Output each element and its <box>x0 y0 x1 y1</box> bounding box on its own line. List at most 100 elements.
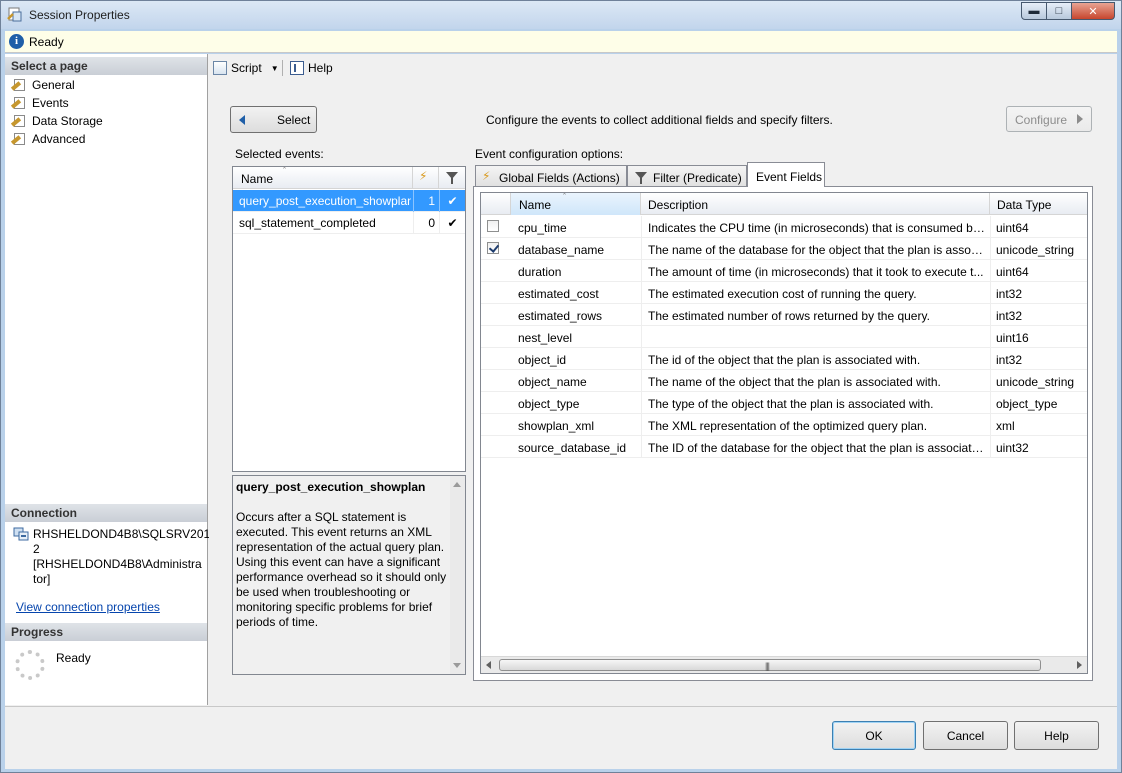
tab-filter[interactable]: Filter (Predicate) <box>627 165 747 186</box>
event-description-body: Occurs after a SQL statement is executed… <box>236 510 447 629</box>
chevron-down-icon[interactable]: ▼ <box>271 64 279 73</box>
page-item-label: Data Storage <box>32 114 103 128</box>
instructions-text: Configure the events to collect addition… <box>486 113 833 127</box>
close-icon: ✕ <box>1088 5 1098 18</box>
help-button[interactable]: Help <box>1014 721 1099 750</box>
session-properties-window: Session Properties ▬ □ ✕ i Ready Select … <box>0 0 1122 773</box>
check-icon: ✔ <box>439 190 465 212</box>
event-row[interactable]: query_post_execution_showplan 1 ✔ <box>233 190 465 212</box>
page-item-advanced[interactable]: Advanced <box>10 130 86 148</box>
scrollbar-thumb[interactable]: ||| <box>499 659 1041 671</box>
tab-global-fields[interactable]: Global Fields (Actions) <box>475 165 627 186</box>
toolbar: Script ▼ Help <box>209 54 1117 82</box>
check-icon: ✔ <box>439 212 465 234</box>
maximize-icon: □ <box>1055 5 1063 17</box>
session-icon <box>7 7 22 22</box>
script-button[interactable]: Script ▼ <box>213 61 279 75</box>
table-row[interactable]: source_database_id The ID of the databas… <box>481 436 1087 458</box>
progress-header: Progress <box>5 623 207 641</box>
toolbar-separator <box>282 60 283 76</box>
page-item-general[interactable]: General <box>10 76 75 94</box>
lightning-icon <box>419 169 430 184</box>
minimize-button[interactable]: ▬ <box>1021 2 1047 20</box>
table-row[interactable]: object_type The type of the object that … <box>481 392 1087 414</box>
page-item-label: General <box>32 78 75 92</box>
connection-server-text: RHSHELDOND4B8\SQLSRV201 2 [RHSHELDOND4B8… <box>33 527 211 586</box>
page-item-label: Advanced <box>32 132 86 146</box>
table-row[interactable]: cpu_time Indicates the CPU time (in micr… <box>481 216 1087 238</box>
arrow-left-icon <box>239 115 245 125</box>
info-icon: i <box>9 34 24 49</box>
page-wrench-icon <box>10 132 26 146</box>
event-config-label: Event configuration options: <box>475 147 624 161</box>
table-row[interactable]: estimated_cost The estimated execution c… <box>481 282 1087 304</box>
help-toolbar-button[interactable]: Help <box>290 61 333 75</box>
script-icon <box>213 61 227 75</box>
filter-icon <box>446 172 458 184</box>
arrow-right-icon <box>1077 114 1083 124</box>
progress-status: Ready <box>56 651 91 665</box>
table-row[interactable]: estimated_rows The estimated number of r… <box>481 304 1087 326</box>
cancel-button[interactable]: Cancel <box>923 721 1008 750</box>
dialog-client-area: Select a page General Events Data Storag… <box>5 54 1117 769</box>
view-connection-properties-link[interactable]: View connection properties <box>16 600 160 614</box>
event-fields-panel: ˆ Name Description Data Type cpu_time In… <box>473 186 1093 681</box>
table-row[interactable]: duration The amount of time (in microsec… <box>481 260 1087 282</box>
status-text: Ready <box>29 35 64 49</box>
scroll-right-icon[interactable] <box>1077 661 1082 669</box>
scroll-down-icon[interactable] <box>453 663 461 668</box>
page-item-label: Events <box>32 96 69 110</box>
name-column-header[interactable]: ˆ Name <box>233 166 413 189</box>
table-row[interactable]: object_id The id of the object that the … <box>481 348 1087 370</box>
event-description-box[interactable]: query_post_execution_showplan Occurs aft… <box>232 475 466 675</box>
table-row[interactable]: database_name The name of the database f… <box>481 238 1087 260</box>
connection-header: Connection <box>5 504 207 522</box>
page-item-events[interactable]: Events <box>10 94 69 112</box>
page-wrench-icon <box>10 78 26 92</box>
sort-ascending-icon: ˆ <box>283 166 286 176</box>
ok-button[interactable]: OK <box>832 721 916 750</box>
event-fields-grid[interactable]: ˆ Name Description Data Type cpu_time In… <box>480 192 1088 674</box>
data-type-column-header[interactable]: Data Type <box>990 193 1087 215</box>
left-pane: Select a page General Events Data Storag… <box>5 54 211 705</box>
event-row[interactable]: sql_statement_completed 0 ✔ <box>233 212 465 234</box>
name-column-header[interactable]: ˆ Name <box>511 192 641 215</box>
selected-events-label: Selected events: <box>235 147 324 161</box>
table-row[interactable]: nest_level uint16 <box>481 326 1087 348</box>
filter-column-header[interactable] <box>439 167 465 189</box>
window-title: Session Properties <box>29 8 130 22</box>
maximize-button[interactable]: □ <box>1046 2 1072 20</box>
status-bar: i Ready <box>5 31 1117 53</box>
title-bar[interactable]: Session Properties ▬ □ ✕ <box>1 1 1121 29</box>
dialog-button-bar: OK Cancel Help <box>5 706 1117 769</box>
progress-spinner-icon <box>15 650 45 680</box>
field-checkbox[interactable] <box>487 242 499 254</box>
caption-buttons: ▬ □ ✕ <box>1021 2 1115 20</box>
table-row[interactable]: object_name The name of the object that … <box>481 370 1087 392</box>
event-description-title: query_post_execution_showplan <box>236 480 426 494</box>
description-scrollbar[interactable] <box>450 476 465 674</box>
events-grid-header: ˆ Name <box>233 166 465 189</box>
horizontal-scrollbar[interactable]: ||| <box>481 656 1087 673</box>
page-item-data-storage[interactable]: Data Storage <box>10 112 103 130</box>
configure-button[interactable]: Configure <box>1006 106 1092 132</box>
scroll-up-icon[interactable] <box>453 482 461 487</box>
close-button[interactable]: ✕ <box>1071 2 1115 20</box>
lightning-icon <box>482 169 493 184</box>
table-row[interactable]: showplan_xml The XML representation of t… <box>481 414 1087 436</box>
server-connection-icon <box>13 527 29 541</box>
actions-column-header[interactable] <box>413 167 439 189</box>
select-button[interactable]: Select <box>230 106 317 133</box>
page-wrench-icon <box>10 114 26 128</box>
selected-events-grid[interactable]: ˆ Name query_post_execution_showplan 1 ✔ <box>232 166 466 472</box>
description-column-header[interactable]: Description <box>641 193 990 215</box>
scroll-left-icon[interactable] <box>486 661 491 669</box>
tab-event-fields[interactable]: Event Fields <box>747 162 825 187</box>
sort-ascending-icon: ˆ <box>563 192 566 202</box>
fields-grid-header: ˆ Name Description Data Type <box>481 192 1087 215</box>
grip-icon: ||| <box>765 661 770 671</box>
field-checkbox[interactable] <box>487 220 499 232</box>
help-icon <box>290 61 304 75</box>
checkbox-column-header <box>481 193 511 215</box>
events-page: Select Configure the events to collect a… <box>209 82 1117 705</box>
